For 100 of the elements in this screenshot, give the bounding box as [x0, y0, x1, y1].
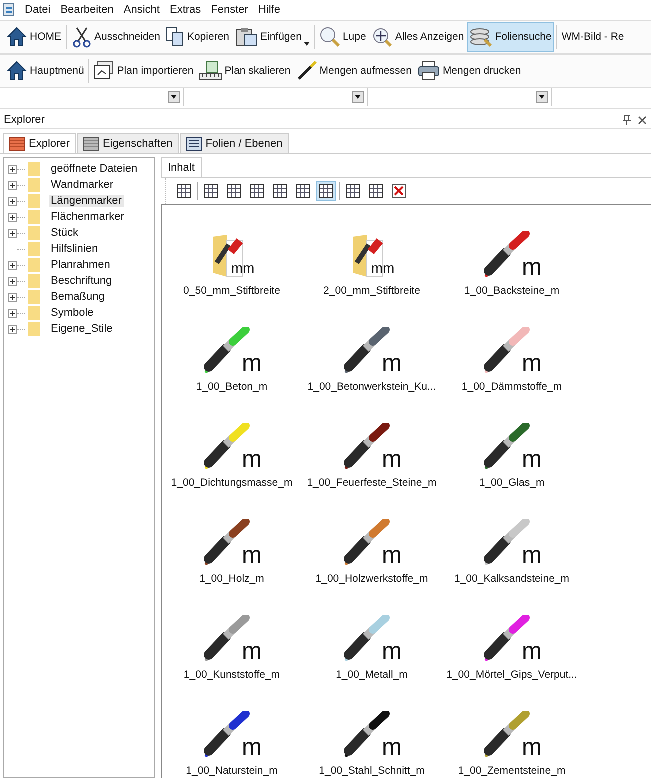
- menu-item[interactable]: Fenster: [211, 4, 248, 16]
- toolbar-button[interactable]: Lupe: [316, 22, 368, 52]
- unit-label: mm: [231, 261, 255, 275]
- file-item[interactable]: m 1_00_Feuerfeste_Steine_m: [302, 401, 442, 497]
- close-icon[interactable]: [638, 116, 647, 124]
- tab[interactable]: Eigenschaften: [76, 133, 179, 153]
- tab[interactable]: Inhalt: [161, 157, 202, 177]
- folder-icon: [28, 274, 40, 288]
- unit-label: m: [522, 641, 542, 663]
- file-item[interactable]: m 1_00_Zementsteine_m: [442, 689, 582, 778]
- toolbar-button[interactable]: Mengen aufmessen: [294, 56, 414, 86]
- tree-item[interactable]: Eigene_Stile: [49, 323, 115, 335]
- menu-item[interactable]: Datei: [25, 4, 51, 16]
- view-button[interactable]: [389, 181, 409, 201]
- view-button[interactable]: [224, 181, 244, 201]
- toolbar-button[interactable]: Kopieren: [163, 22, 232, 52]
- expand-icon[interactable]: [8, 324, 17, 334]
- pin-icon[interactable]: [622, 115, 632, 125]
- tab[interactable]: Folien / Ebenen: [180, 133, 289, 153]
- view-button[interactable]: [343, 181, 363, 201]
- unit-label: m: [522, 737, 542, 759]
- expand-icon[interactable]: [8, 180, 17, 190]
- toolbar-button[interactable]: Ausschneiden: [68, 22, 162, 52]
- file-item[interactable]: mm 0_50_mm_Stiftbreite: [162, 209, 302, 305]
- file-item[interactable]: m 1_00_Metall_m: [302, 593, 442, 689]
- unit-label: m: [382, 545, 402, 567]
- tree-item[interactable]: Hilfslinien: [49, 243, 100, 255]
- toolbar-button[interactable]: Alles Anzeigen: [369, 22, 466, 52]
- menu-item[interactable]: Extras: [170, 4, 202, 16]
- tree-item[interactable]: Wandmarker: [49, 179, 116, 191]
- documents-icon: [165, 26, 186, 48]
- toolbar-button[interactable]: HOME: [4, 22, 64, 52]
- grid-icon: [227, 184, 241, 198]
- file-item[interactable]: m 1_00_Dämmstoffe_m: [442, 305, 582, 401]
- grid-icon: [369, 184, 383, 198]
- view-button[interactable]: [247, 181, 267, 201]
- view-button[interactable]: [201, 181, 221, 201]
- tree-item[interactable]: Flächenmarker: [49, 211, 126, 223]
- expand-icon[interactable]: [8, 164, 17, 174]
- file-item[interactable]: m 1_00_Glas_m: [442, 401, 582, 497]
- tab[interactable]: Explorer: [3, 133, 76, 153]
- magnifier-icon: [318, 26, 341, 48]
- view-button[interactable]: [270, 181, 290, 201]
- file-name: 2_00_mm_Stiftbreite: [324, 285, 420, 297]
- app-icon: [3, 3, 15, 17]
- file-item[interactable]: m 1_00_Holz_m: [162, 497, 302, 593]
- tree-item[interactable]: Bemaßung: [49, 291, 107, 303]
- expand-icon[interactable]: [8, 308, 17, 318]
- file-item[interactable]: m 1_00_Naturstein_m: [162, 689, 302, 778]
- toolbar-button[interactable]: Plan skalieren: [196, 56, 293, 86]
- file-item[interactable]: m 1_00_Beton_m: [162, 305, 302, 401]
- file-item[interactable]: m 1_00_Kunststoffe_m: [162, 593, 302, 689]
- delete-icon: [392, 184, 406, 198]
- unit-label: m: [242, 353, 262, 375]
- house-icon: [6, 60, 28, 82]
- unit-label: m: [242, 641, 262, 663]
- expand-icon[interactable]: [8, 196, 17, 206]
- clipboard-icon: [234, 26, 258, 48]
- toolbar-button[interactable]: Hauptmenü: [4, 56, 86, 86]
- menu-item[interactable]: Hilfe: [258, 4, 280, 16]
- file-item[interactable]: m 1_00_Kalksandsteine_m: [442, 497, 582, 593]
- toolbar-button[interactable]: Mengen drucken: [414, 56, 524, 86]
- file-name: 1_00_Kunststoffe_m: [184, 669, 280, 681]
- grid-icon: [273, 184, 287, 198]
- toolbar-button[interactable]: Plan importieren: [91, 56, 196, 86]
- expand-icon[interactable]: [8, 276, 17, 286]
- tree-item[interactable]: Längenmarker: [49, 195, 124, 207]
- view-button[interactable]: [366, 181, 386, 201]
- file-name: 1_00_Naturstein_m: [186, 765, 278, 777]
- file-item[interactable]: m 1_00_Backsteine_m: [442, 209, 582, 305]
- file-name: 1_00_Betonwerkstein_Ku...: [308, 381, 436, 393]
- file-item[interactable]: mm 2_00_mm_Stiftbreite: [302, 209, 442, 305]
- unit-label: m: [522, 545, 542, 567]
- expand-icon[interactable]: [8, 260, 17, 270]
- tree-item[interactable]: Planrahmen: [49, 259, 112, 271]
- file-item[interactable]: m 1_00_Stahl_Schnitt_m: [302, 689, 442, 778]
- file-item[interactable]: m 1_00_Betonwerkstein_Ku...: [302, 305, 442, 401]
- folder-icon: [28, 226, 40, 240]
- file-item[interactable]: m 1_00_Mörtel_Gips_Verput...: [442, 593, 582, 689]
- file-name: 1_00_Beton_m: [196, 381, 268, 393]
- toolbar-button[interactable]: Einfügen: [232, 22, 312, 52]
- tree-item[interactable]: geöffnete Dateien: [49, 163, 140, 175]
- view-button[interactable]: [316, 181, 336, 201]
- file-item[interactable]: m 1_00_Holzwerkstoffe_m: [302, 497, 442, 593]
- view-button[interactable]: [293, 181, 313, 201]
- menu-item[interactable]: Ansicht: [124, 4, 160, 16]
- file-item[interactable]: m 1_00_Dichtungsmasse_m: [162, 401, 302, 497]
- tree-item[interactable]: Symbole: [49, 307, 96, 319]
- tree-item[interactable]: Stück: [49, 227, 81, 239]
- file-name: 1_00_Dämmstoffe_m: [462, 381, 562, 393]
- file-name: 1_00_Metall_m: [336, 669, 408, 681]
- toolbar-button[interactable]: Foliensuche: [467, 22, 554, 52]
- window-title: WM-Bild - Re: [560, 31, 624, 43]
- tree-item[interactable]: Beschriftung: [49, 275, 114, 287]
- menu-item[interactable]: Bearbeiten: [60, 4, 114, 16]
- expand-icon[interactable]: [8, 228, 17, 238]
- unit-label: m: [382, 449, 402, 471]
- expand-icon[interactable]: [8, 292, 17, 302]
- expand-icon[interactable]: [8, 212, 17, 222]
- view-button[interactable]: [174, 181, 194, 201]
